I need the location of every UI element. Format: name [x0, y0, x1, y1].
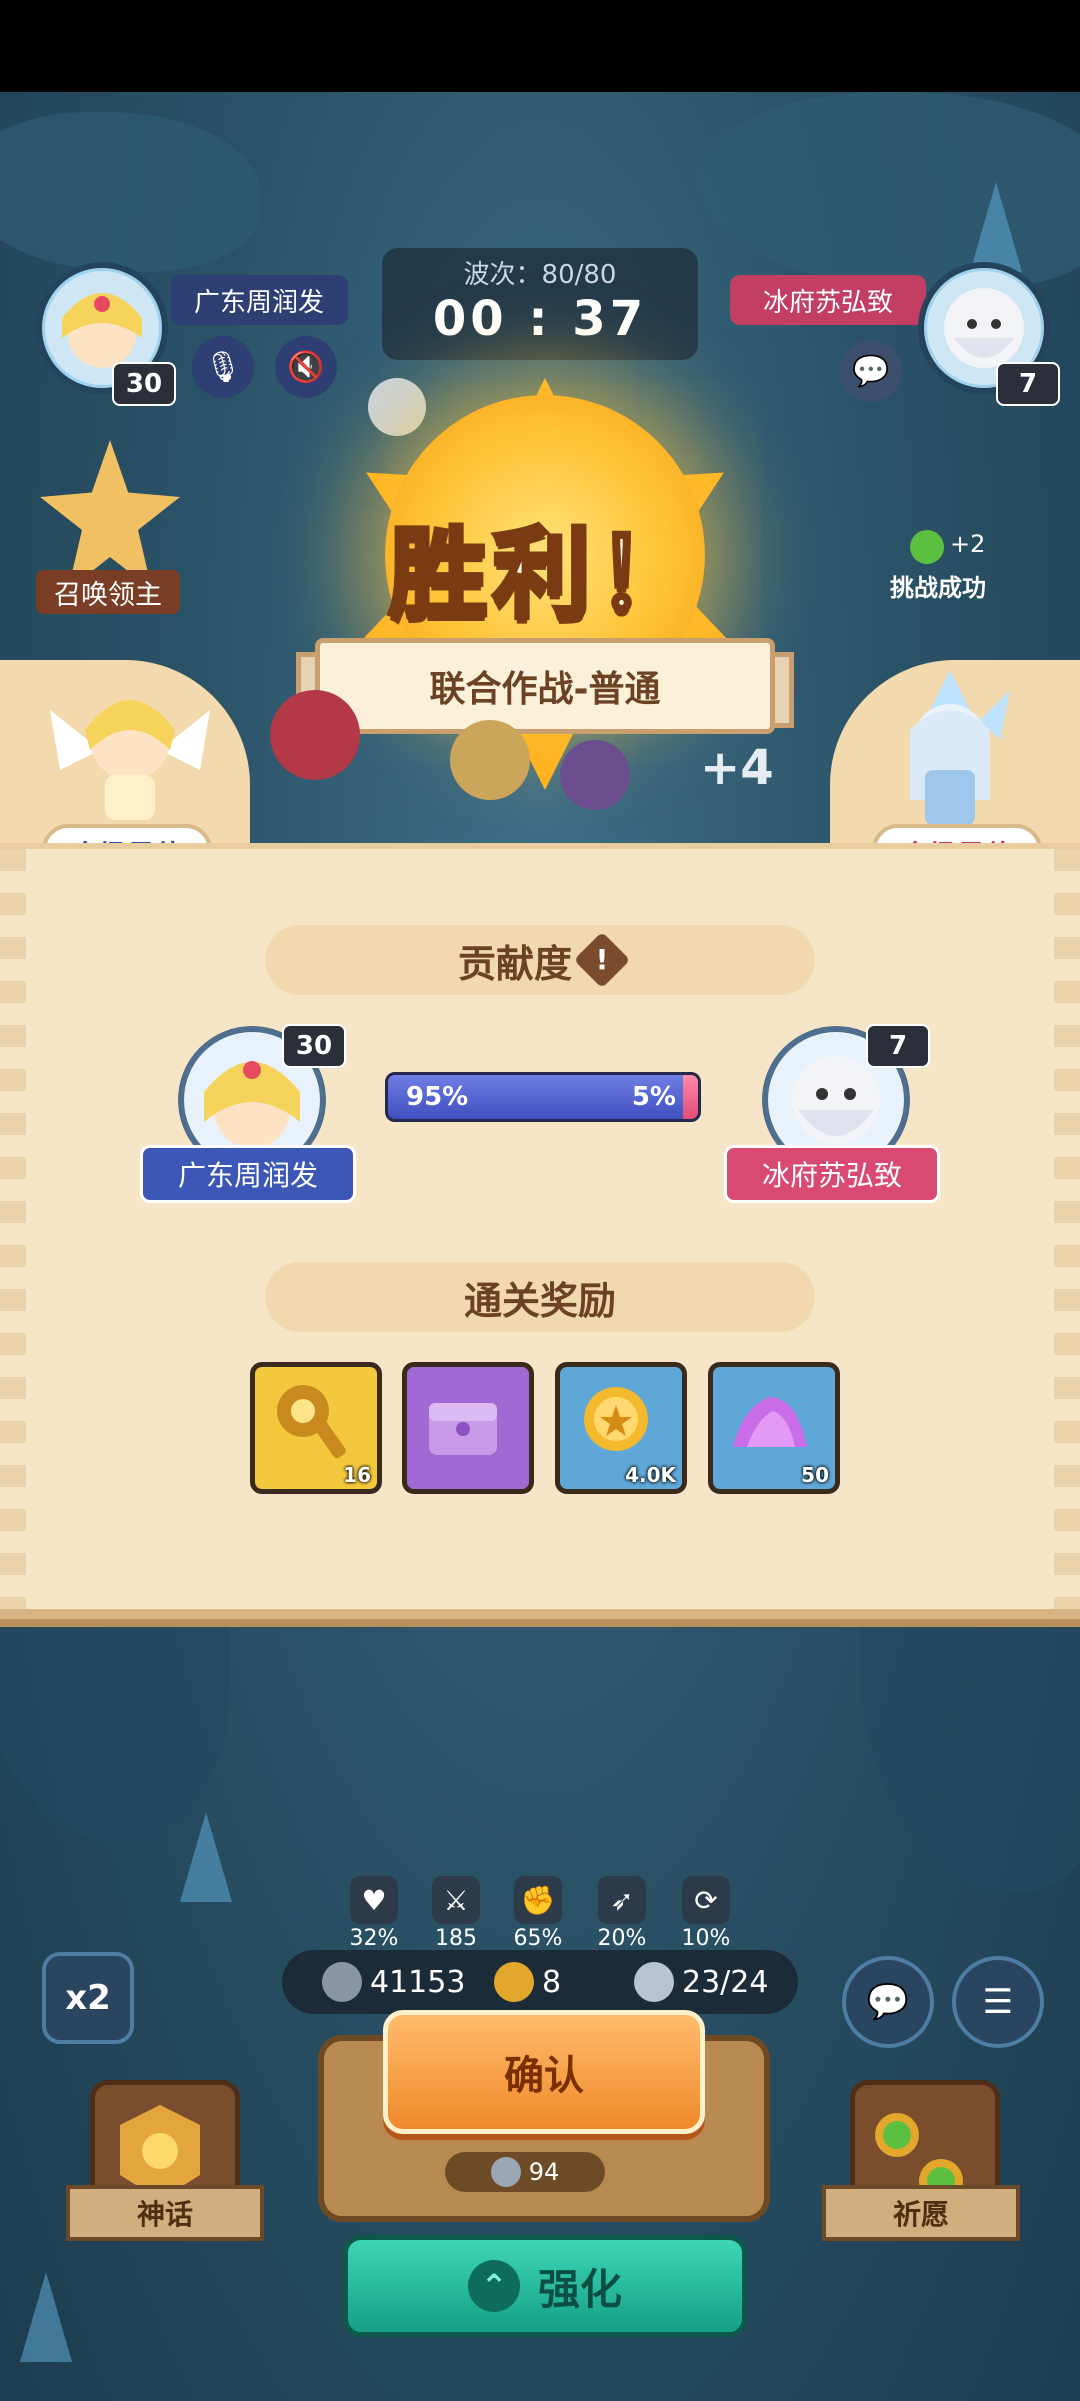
- chat-bubble-icon[interactable]: 💬: [840, 340, 902, 402]
- upgrade-button[interactable]: ⌃ 强化: [343, 2235, 747, 2337]
- timer: 00 : 37: [432, 291, 648, 347]
- upgrade-label: 强化: [537, 2264, 622, 2314]
- myth-label[interactable]: 神话: [66, 2185, 264, 2241]
- unit-sprite: [450, 720, 530, 800]
- wish-label[interactable]: 祈愿: [822, 2185, 1020, 2241]
- info-diamond-icon[interactable]: !: [573, 931, 631, 989]
- clover-icon: [910, 530, 944, 564]
- unit-sprite: [270, 690, 360, 780]
- rewards-header: 通关奖励: [265, 1262, 815, 1332]
- chest-icon: [429, 1403, 497, 1455]
- chat-button[interactable]: 💬: [842, 1956, 934, 2048]
- silver-resource: 41153: [322, 1950, 465, 2014]
- unit-sprite: [560, 740, 630, 810]
- right-player-name: 冰府苏弘致: [730, 275, 926, 325]
- stat-power: ✊ 65%: [510, 1876, 566, 1951]
- contribution-header: 贡献度 !: [265, 925, 815, 995]
- skull-icon: [368, 378, 426, 436]
- mode-ribbon: 联合作战-普通: [315, 638, 775, 734]
- clover-resource: 8: [494, 1950, 561, 2014]
- stat-speed: ⟳ 10%: [678, 1876, 734, 1951]
- confirm-button[interactable]: 确认: [383, 2010, 705, 2134]
- silver-coin-icon: [322, 1962, 362, 2002]
- right-percent: 5%: [631, 1082, 676, 1112]
- contribution-left-level: 30: [282, 1024, 346, 1068]
- contribution-left-name: 广东周润发: [140, 1145, 356, 1203]
- reward-chest[interactable]: [402, 1362, 534, 1494]
- stat-crit: ♥ 32%: [346, 1876, 402, 1951]
- left-percent: 95%: [406, 1082, 469, 1112]
- challenge-success: 挑战成功: [890, 574, 986, 602]
- right-player-level: 7: [996, 362, 1060, 406]
- extra-units: +4: [700, 740, 774, 796]
- summon-lord-label[interactable]: 召唤领主: [36, 570, 180, 614]
- clover-coin-icon: [494, 1962, 534, 2002]
- arrow-icon: ➶: [598, 1876, 646, 1924]
- stat-range: ➶ 20%: [594, 1876, 650, 1951]
- reward-coin[interactable]: 4.0K: [555, 1362, 687, 1494]
- wave-timer-box: 波次：80/80 00 : 37: [382, 248, 698, 360]
- reward-crystal[interactable]: 50: [708, 1362, 840, 1494]
- contribution-right-name: 冰府苏弘致: [724, 1145, 940, 1203]
- heart-crack-icon: ♥: [350, 1876, 398, 1924]
- left-hero-sprite: [50, 700, 210, 820]
- up-arrow-icon: ⌃: [467, 2260, 520, 2312]
- status-bar: [0, 0, 1080, 92]
- contribution-bar: 95% 5%: [385, 1072, 701, 1122]
- fist-icon: ✊: [514, 1876, 562, 1924]
- contribution-right-level: 7: [866, 1024, 930, 1068]
- silver-coin-icon: [490, 2157, 521, 2187]
- sword-icon: ⚔: [432, 1876, 480, 1924]
- menu-button[interactable]: ☰: [952, 1956, 1044, 2048]
- reward-key[interactable]: 16: [250, 1362, 382, 1494]
- left-player-level: 30: [112, 362, 176, 406]
- speaker-off-icon[interactable]: 🔇: [275, 336, 337, 398]
- contribution-bar-right-fill: [682, 1075, 698, 1119]
- wave-label: 波次：80/80: [463, 260, 617, 290]
- contribution-header-label: 贡献度: [457, 941, 572, 986]
- summon-cost: 94: [445, 2152, 605, 2192]
- stat-attack: ⚔ 185: [428, 1876, 484, 1951]
- unit-icon: [634, 1962, 674, 2002]
- right-hero-sprite: [910, 670, 1010, 825]
- speed-icon: ⟳: [682, 1876, 730, 1924]
- resource-bar: 41153 8 23/24: [282, 1950, 798, 2014]
- left-player-name: 广东周润发: [170, 275, 348, 325]
- unit-count: 23/24: [634, 1950, 768, 2014]
- mic-off-icon[interactable]: 🎙: [192, 336, 254, 398]
- victory-title: 胜利！: [386, 516, 701, 635]
- speed-x2-button[interactable]: x2: [42, 1952, 134, 2044]
- challenge-bonus: +2: [950, 530, 986, 558]
